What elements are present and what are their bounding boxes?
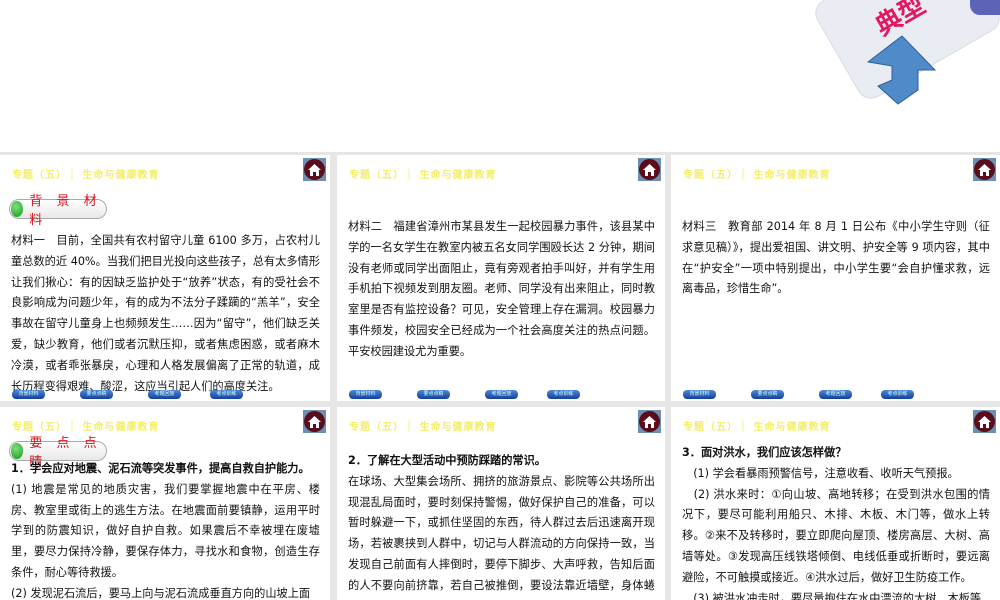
- nav-button-4[interactable]: 考点训练: [210, 390, 243, 399]
- nav-button-3[interactable]: 考题回放: [485, 390, 518, 399]
- nav-button-3[interactable]: 考题回放: [148, 390, 181, 399]
- slide-body: 材料三 教育部 2014 年 8 月 1 日公布《中小学生守则（征求意见稿）》，…: [682, 217, 990, 300]
- nav-button-2[interactable]: 要点点睛: [417, 390, 450, 399]
- nav-button-1[interactable]: 背景材料: [12, 390, 45, 399]
- slide-body: 1．学会应对地震、泥石流等突发事件，提高自救自护能力。 (1) 地震是常见的地质灾…: [11, 459, 320, 600]
- green-dot-icon: [11, 443, 24, 459]
- slide-body: 2．了解在大型活动中预防踩踏的常识。在球场、大型集会场所、拥挤的旅游景点、影院等…: [348, 451, 655, 600]
- home-icon: [304, 159, 325, 180]
- slide-3: 专题（五）｜ 生命与健康教育 材料三 教育部 2014 年 8 月 1 日公布《…: [671, 155, 1000, 401]
- paragraph: 材料二 福建省漳州市某县发生一起校园暴力事件，该县某中学的一名女学生在教室内被五…: [348, 220, 655, 358]
- slide-1: 专题（五）｜ 生命与健康教育 背 景 材 料材料一 目前，全国共有农村留守儿童 …: [0, 155, 330, 401]
- slide-header: 专题（五）｜ 生命与健康教育: [12, 422, 160, 433]
- green-dot-icon: [11, 201, 24, 217]
- nav-button-4[interactable]: 考点训练: [547, 390, 580, 399]
- slide-6: 专题（五）｜ 生命与健康教育 3．面对洪水，我们应该怎样做？ (1) 学会看暴雨…: [671, 407, 1000, 600]
- home-icon: [639, 159, 660, 180]
- top-banner: 典型: [0, 0, 1000, 152]
- nav-button-2[interactable]: 要点点睛: [751, 390, 784, 399]
- section-heading: 1．学会应对地震、泥石流等突发事件，提高自救自护能力。: [11, 462, 310, 475]
- slide-body: 材料二 福建省漳州市某县发生一起校园暴力事件，该县某中学的一名女学生在教室内被五…: [348, 217, 655, 363]
- badge-label: 背 景 材 料: [29, 194, 102, 228]
- section-badge: 背 景 材 料: [9, 194, 107, 228]
- slide-header: 专题（五）｜ 生命与健康教育: [12, 170, 160, 181]
- paragraph: (1) 学会看暴雨预警信号，注意收看、收听天气预报。: [682, 466, 959, 480]
- slide-header: 专题（五）｜ 生命与健康教育: [683, 422, 831, 433]
- home-button[interactable]: [303, 410, 326, 433]
- section-heading: 3．面对洪水，我们应该怎样做？: [682, 446, 847, 459]
- section-heading: 2．了解在大型活动中预防踩踏的常识。: [348, 454, 546, 467]
- slide-body: 3．面对洪水，我们应该怎样做？ (1) 学会看暴雨预警信号，注意收看、收听天气预…: [682, 443, 990, 600]
- home-button[interactable]: [638, 410, 661, 433]
- paragraph: (2) 洪水来时：①向山坡、高地转移；在受到洪水包围的情况下，要尽可能利用船只、…: [682, 487, 990, 584]
- nav-button-1[interactable]: 背景材料: [683, 390, 716, 399]
- home-button[interactable]: [638, 158, 661, 181]
- nav-button-2[interactable]: 要点点睛: [80, 390, 113, 399]
- slide-4: 专题（五）｜ 生命与健康教育 要 点 点 睛 1．学会应对地震、泥石流等突发事件…: [0, 407, 330, 600]
- typical-example-graphic: 典型: [815, 0, 1000, 105]
- home-button[interactable]: [973, 158, 996, 181]
- home-button[interactable]: [303, 158, 326, 181]
- paragraph: (2) 发现泥石流后，要马上向与泥石流成垂直方向的山坡上面: [11, 586, 311, 600]
- slide-header: 专题（五）｜ 生命与健康教育: [349, 170, 497, 181]
- nav-button-4[interactable]: 考点训练: [881, 390, 914, 399]
- paragraph: 材料三 教育部 2014 年 8 月 1 日公布《中小学生守则（征求意见稿）》，…: [682, 220, 990, 296]
- nav-button-3[interactable]: 考题回放: [819, 390, 852, 399]
- slide-header: 专题（五）｜ 生命与健康教育: [349, 422, 497, 433]
- home-icon: [639, 411, 660, 432]
- paragraph: 在球场、大型集会场所、拥挤的旅游景点、影院等公共场所出现混乱局面时，要时刻保持警…: [348, 474, 655, 600]
- slide-header: 专题（五）｜ 生命与健康教育: [683, 170, 831, 181]
- nav-button-1[interactable]: 背景材料: [349, 390, 382, 399]
- paragraph: (1) 地震是常见的地质灾害，我们要掌握地震中在平房、楼房、教室里或街上的逃生方…: [11, 482, 320, 579]
- home-icon: [974, 411, 995, 432]
- home-button[interactable]: [973, 410, 996, 433]
- section-badge: 要 点 点 睛: [9, 436, 107, 470]
- paragraph: 材料一 目前，全国共有农村留守儿童 6100 多万，占农村儿童总数的近 40%。…: [11, 234, 320, 393]
- paragraph: (3) 被洪水冲走时，要尽量抱住在水中漂流的大树、木板等: [682, 591, 982, 600]
- slide-5: 专题（五）｜ 生命与健康教育 2．了解在大型活动中预防踩踏的常识。在球场、大型集…: [337, 407, 665, 600]
- slide-body: 材料一 目前，全国共有农村留守儿童 6100 多万，占农村儿童总数的近 40%。…: [11, 231, 320, 397]
- home-icon: [304, 411, 325, 432]
- home-icon: [974, 159, 995, 180]
- slide-2: 专题（五）｜ 生命与健康教育 材料二 福建省漳州市某县发生一起校园暴力事件，该县…: [337, 155, 665, 401]
